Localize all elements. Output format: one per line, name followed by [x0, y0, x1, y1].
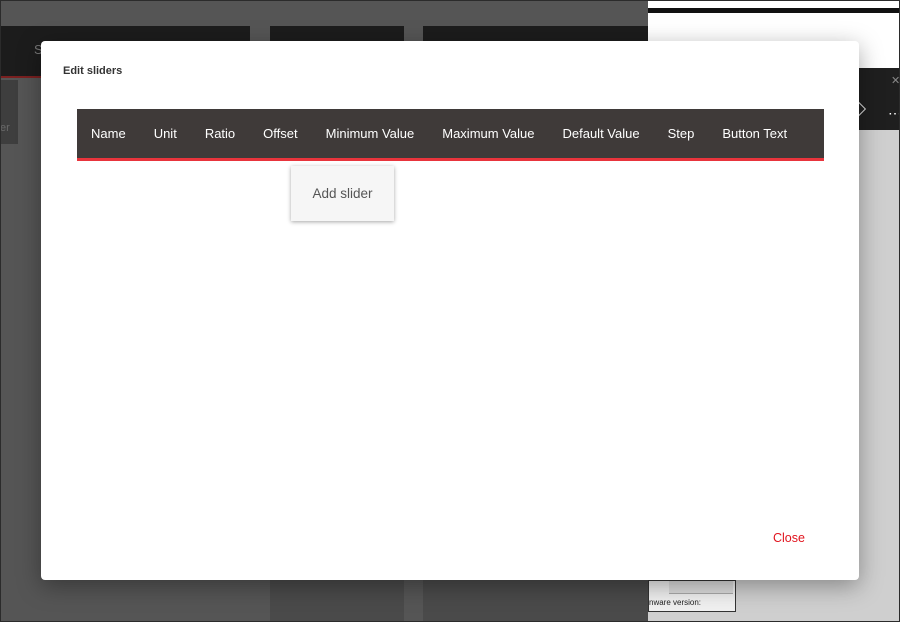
column-offset: Offset — [263, 126, 298, 141]
column-default-value: Default Value — [562, 126, 640, 141]
add-slider-button[interactable]: Add slider — [291, 166, 394, 221]
column-unit: Unit — [153, 126, 177, 141]
column-name: Name — [91, 126, 126, 141]
column-ratio: Ratio — [204, 126, 236, 141]
column-step: Step — [667, 126, 695, 141]
background-side-text: er — [0, 122, 10, 134]
close-icon: ✕ — [891, 75, 900, 87]
close-button[interactable]: Close — [773, 531, 805, 545]
sliders-table-header: Name Unit Ratio Offset Minimum Value Max… — [77, 109, 824, 161]
edit-sliders-dialog: Edit sliders Name Unit Ratio Offset Mini… — [41, 41, 859, 580]
background-column-middle — [270, 580, 404, 622]
more-icon: ⋯ — [888, 105, 900, 121]
background-black-bar — [648, 8, 900, 13]
background-info-field — [669, 581, 733, 594]
column-maximum-value: Maximum Value — [442, 126, 535, 141]
dialog-title: Edit sliders — [63, 65, 123, 77]
background-info-box: nware version: — [648, 580, 736, 612]
background-column-right — [423, 580, 648, 622]
background-left-box — [0, 80, 18, 144]
column-minimum-value: Minimum Value — [325, 126, 415, 141]
column-button-text: Button Text — [722, 126, 788, 141]
firmware-label: nware version: — [649, 598, 702, 607]
